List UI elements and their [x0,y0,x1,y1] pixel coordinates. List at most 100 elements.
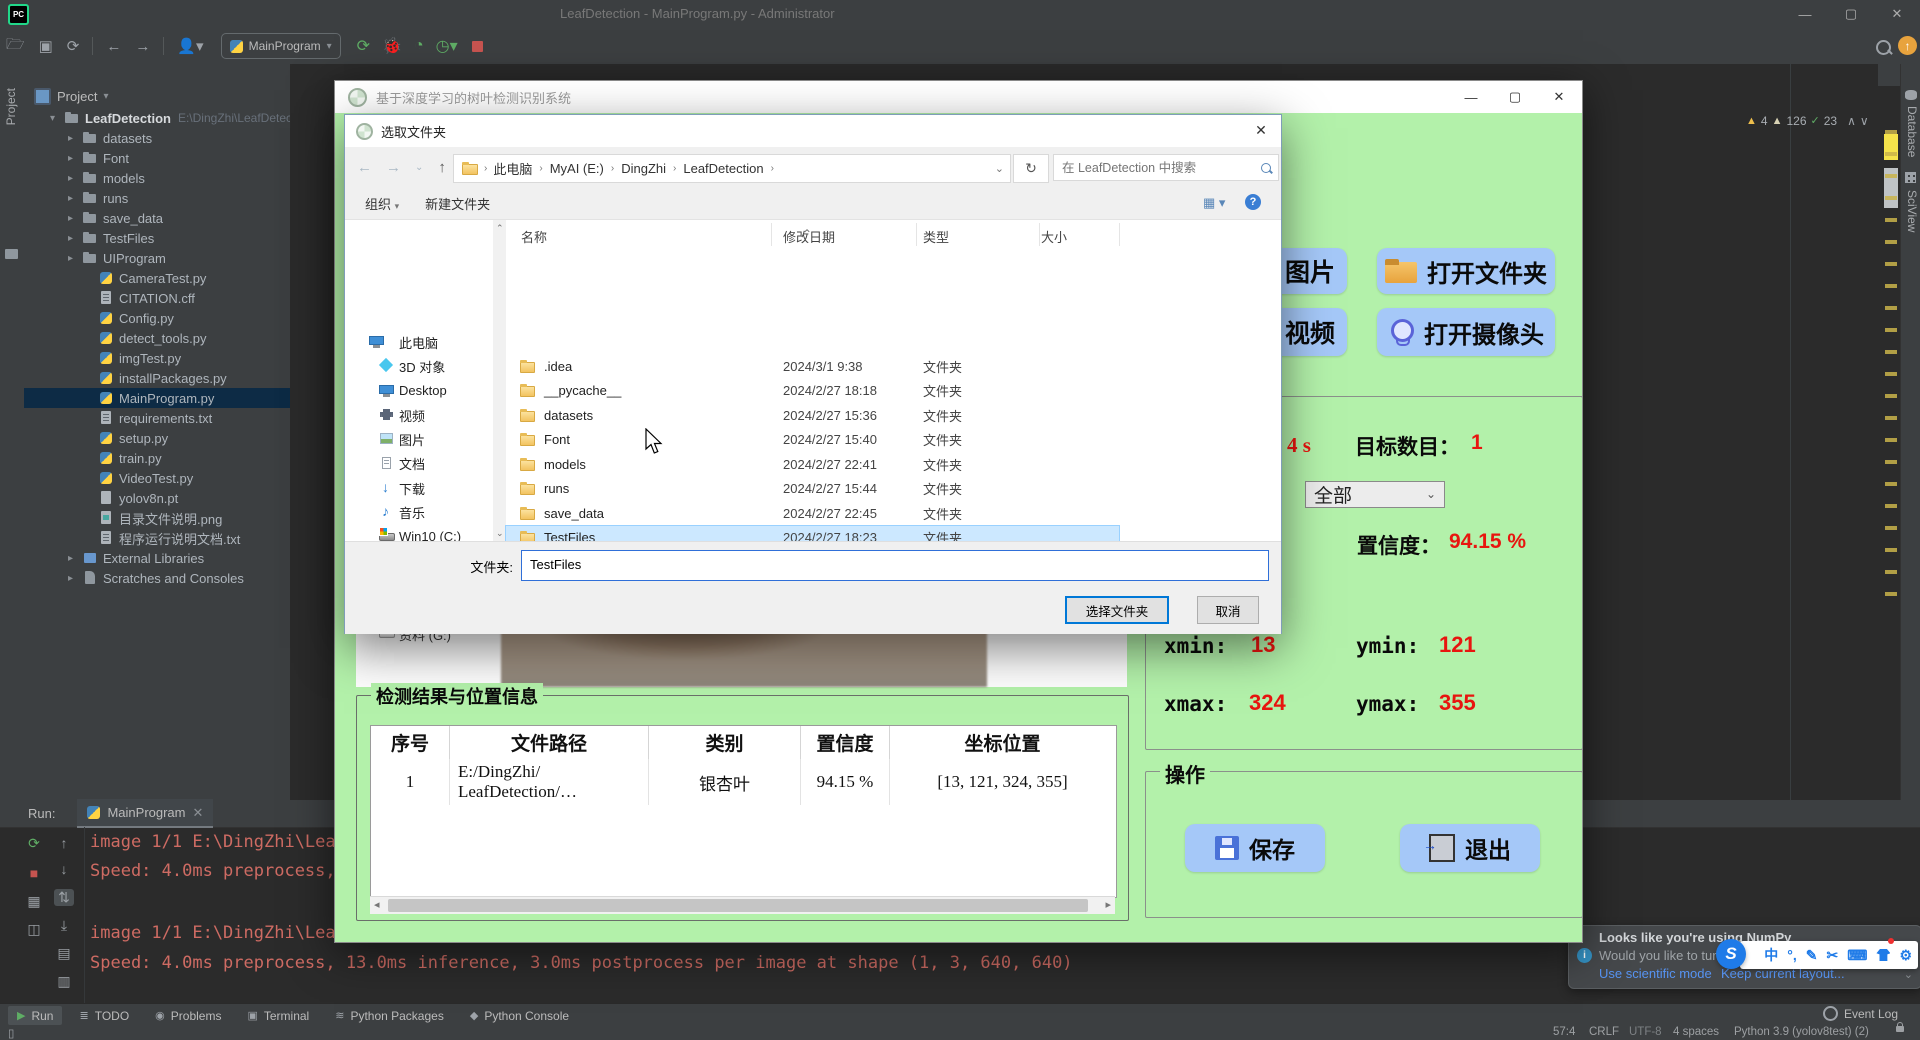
new-folder-button[interactable]: 新建文件夹 [425,194,490,213]
restore-layout-icon[interactable]: ▦ [24,893,44,910]
down-stack-icon[interactable]: ↓ [54,861,74,877]
close-button[interactable]: ✕ [1874,0,1920,28]
minimize-button[interactable]: — [1782,0,1828,28]
database-strip-tab[interactable]: Database [1905,106,1919,157]
python-interpreter[interactable]: Python 3.9 (yolov8test) (2) [1734,1026,1869,1038]
menu-item[interactable] [137,11,155,17]
help-icon[interactable]: ? [1245,194,1261,210]
file-row[interactable]: datasets 2024/2/27 15:36 文件夹 [506,403,1119,428]
refresh-button[interactable]: ↻ [1013,154,1049,183]
menu-item[interactable] [217,11,235,17]
exit-button[interactable]: 退出 [1400,824,1540,872]
run-icon[interactable]: ⟳ [357,36,370,56]
run-tab[interactable]: MainProgram ✕ [77,799,213,828]
folder-name-field[interactable] [521,550,1269,581]
expand-notification-icon[interactable]: ⌄ [1904,968,1913,981]
tree-item[interactable]: Config.py [24,308,290,328]
tree-item[interactable]: imgTest.py [24,348,290,368]
folder-name-input[interactable] [528,556,1232,573]
tree-item[interactable]: MainProgram.py [24,388,290,408]
menu-item[interactable] [237,11,255,17]
file-row[interactable]: .idea 2024/3/1 9:38 文件夹 [506,354,1119,379]
back-icon[interactable]: ← [106,38,121,55]
toolwindow-tab[interactable]: ◆ Python Console [461,1006,578,1025]
sciview-strip-tab[interactable]: SciView [1905,190,1919,232]
pin-icon[interactable]: ◫ [24,921,44,938]
project-panel-header[interactable]: Project ▾ [34,88,109,105]
toolwindow-tab[interactable]: ◉ Problems [146,1006,230,1025]
tree-item[interactable]: CameraTest.py [24,268,290,288]
folder-strip-icon[interactable] [5,249,18,259]
menu-item[interactable] [117,11,135,17]
close-tab-icon[interactable]: ✕ [193,805,204,821]
sidebar-item[interactable]: Desktop [345,379,493,403]
tree-item[interactable]: VideoTest.py [24,468,290,488]
sidebar-item[interactable]: 视频 [345,403,493,427]
scroll-down-icon[interactable]: ⌄ [496,528,504,539]
save-button[interactable]: 保存 [1185,824,1325,872]
scrollbar-thumb[interactable] [388,899,1088,912]
column-type[interactable]: 类型 [923,227,949,246]
ime-pen-icon[interactable]: ✎ [1806,947,1818,964]
nav-history-icon[interactable]: ⌄ [415,162,423,173]
menu-item[interactable] [37,11,55,17]
file-encoding[interactable]: UTF-8 [1629,1026,1662,1038]
tree-item[interactable]: 程序运行说明文档.txt [24,528,290,548]
ime-skin-icon[interactable] [1876,949,1890,961]
forward-icon[interactable]: → [135,38,150,55]
tree-item[interactable]: requirements.txt [24,408,290,428]
tree-item[interactable]: External Libraries [24,548,290,568]
open-folder-button[interactable]: 打开文件夹 [1377,248,1555,294]
app-minimize-button[interactable]: — [1449,81,1493,113]
soft-wrap-icon[interactable]: ⇅ [54,889,74,906]
tree-item[interactable]: Scratches and Consoles [24,568,290,588]
sync-icon[interactable]: ⟳ [67,37,80,55]
scroll-to-end-icon[interactable]: ⤓ [54,917,74,934]
tree-item[interactable]: UIProgram [24,248,290,268]
rerun-icon[interactable]: ⟳ [24,835,44,852]
stop-icon[interactable] [472,41,483,52]
nav-back-icon[interactable]: ← [357,159,372,176]
cancel-button[interactable]: 取消 [1197,596,1259,624]
select-folder-button[interactable]: 选择文件夹 [1065,596,1169,624]
address-bar[interactable]: › 此电脑› MyAI (E:)› DingZhi› LeafDetection… [453,154,1011,183]
tree-item[interactable]: train.py [24,448,290,468]
indent-setting[interactable]: 4 spaces [1673,1026,1719,1038]
file-row[interactable]: __pycache__ 2024/2/27 18:18 文件夹 [506,379,1119,404]
tree-item[interactable]: datasets [24,128,290,148]
sidebar-item[interactable]: 此电脑 [345,330,493,354]
user-icon[interactable]: 👤▾ [177,37,203,55]
use-scientific-mode-link[interactable]: Use scientific mode [1599,966,1712,981]
nav-up-icon[interactable]: ↑ [438,159,446,176]
up-stack-icon[interactable]: ↑ [54,835,74,851]
table-horizontal-scrollbar[interactable]: ◂ ▸ [370,896,1115,914]
menu-item[interactable] [177,11,195,17]
tree-item[interactable]: installPackages.py [24,368,290,388]
sidebar-item[interactable]: 音乐 [345,500,493,524]
search-input[interactable] [1060,157,1254,179]
tree-item[interactable]: setup.py [24,428,290,448]
tree-item[interactable]: models [24,168,290,188]
sidebar-item[interactable]: 下载 [345,476,493,500]
prev-issue-icon[interactable]: ∧ [1847,114,1856,128]
stop-icon[interactable]: ■ [24,865,44,881]
class-filter-select[interactable]: 全部⌄ [1305,481,1445,508]
dialog-close-button[interactable]: ✕ [1241,115,1281,145]
inspections-widget[interactable]: ▲ 4 ▲ 126 ✓ 23 ∧ ∨ [1746,112,1869,130]
print-icon[interactable]: ▤ [54,945,74,962]
column-name[interactable]: 名称 [521,227,547,246]
search-everywhere-icon[interactable] [1876,40,1891,55]
detection-table[interactable]: 序号 文件路径 类别 置信度 坐标位置 1 E:/DingZhi/LeafDet… [370,725,1117,898]
error-stripe[interactable] [1884,64,1899,800]
tree-item[interactable]: TestFiles [24,228,290,248]
save-all-icon[interactable]: ▣ [39,37,53,55]
file-row[interactable]: save_data 2024/2/27 22:45 文件夹 [506,501,1119,526]
open-camera-button[interactable]: 打开摄像头 [1377,308,1555,356]
tree-item[interactable]: LeafDetection E:\DingZhi\LeafDetection [24,108,290,128]
menu-item[interactable] [97,11,115,17]
scroll-left-icon[interactable]: ◂ [374,898,380,911]
address-dropdown-icon[interactable]: ⌄ [995,162,1004,175]
menu-item[interactable] [157,11,175,17]
line-ending[interactable]: CRLF [1589,1026,1619,1038]
update-icon[interactable]: ↑ [1898,36,1917,55]
